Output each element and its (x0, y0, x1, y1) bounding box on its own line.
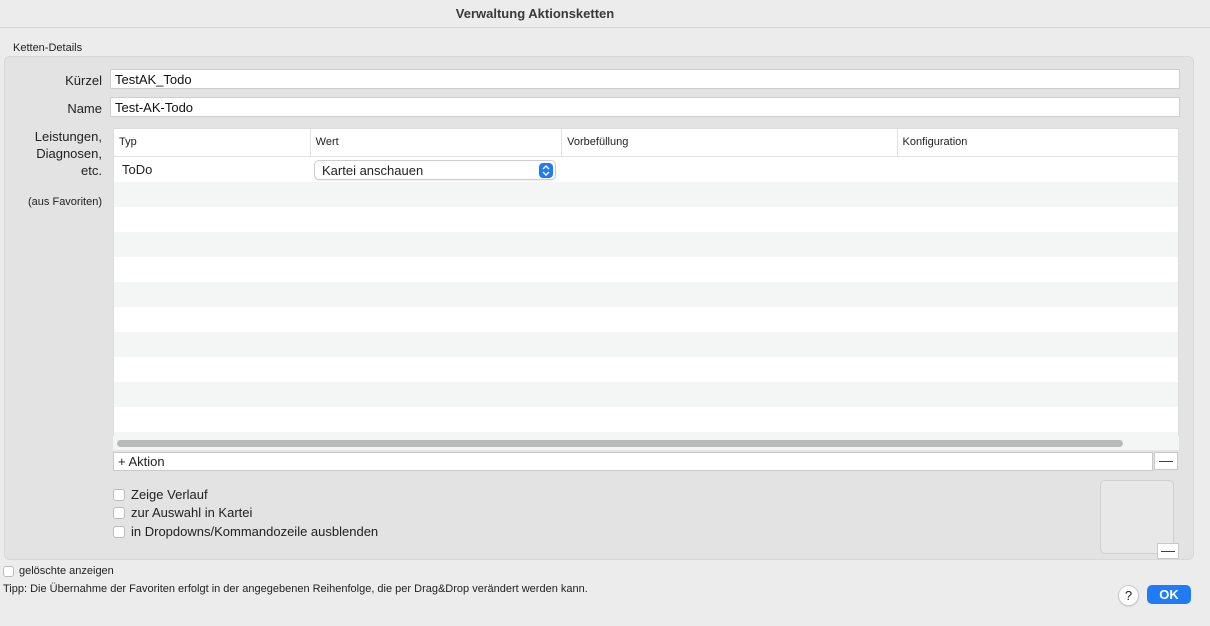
geloeschte-label: gelöschte anzeigen (19, 565, 114, 577)
column-header-wert[interactable]: Wert (311, 129, 563, 156)
table-row-empty (114, 232, 1178, 257)
column-header-typ[interactable]: Typ (114, 129, 311, 156)
zur-auswahl-label: zur Auswahl in Kartei (131, 505, 253, 520)
ausblenden-option[interactable]: in Dropdowns/Kommandozeile ausblenden (113, 524, 378, 539)
table-row-empty (114, 382, 1178, 407)
table-row-empty (114, 332, 1178, 357)
remove-action-button[interactable]: — (1154, 452, 1178, 470)
name-label: Name (67, 101, 102, 116)
window-title: Verwaltung Aktionsketten (455, 6, 615, 21)
popup-chevron-icon (539, 163, 553, 178)
zeige-verlauf-option[interactable]: Zeige Verlauf (113, 487, 208, 502)
table-row-empty (114, 407, 1178, 432)
table-row-empty (114, 307, 1178, 332)
wert-popup-button[interactable]: Kartei anschauen (314, 160, 556, 180)
column-header-konfiguration[interactable]: Konfiguration (898, 129, 1178, 156)
title-bar: Verwaltung Aktionsketten (0, 0, 1210, 28)
kuerzel-field[interactable]: TestAK_Todo (110, 69, 1180, 89)
zur-auswahl-option[interactable]: zur Auswahl in Kartei (113, 505, 252, 520)
remove-image-button[interactable]: — (1157, 543, 1179, 559)
cell-typ: ToDo (122, 162, 153, 177)
leistungen-label-line1: Leistungen, (34, 129, 102, 144)
table-row-empty (114, 357, 1178, 382)
favoriten-label: (aus Favoriten) (28, 196, 102, 208)
wert-popup-value: Kartei anschauen (322, 163, 424, 178)
leistungen-label: Leistungen, Diagnosen, etc. (10, 128, 102, 179)
tip-text: Tipp: Die Übernahme der Favoriten erfolg… (3, 583, 588, 595)
table-row[interactable]: ToDo Kartei anschauen (114, 157, 1178, 182)
zeige-verlauf-label: Zeige Verlauf (131, 487, 208, 502)
group-label: Ketten-Details (13, 42, 83, 54)
zur-auswahl-checkbox[interactable] (113, 506, 125, 519)
horizontal-scrollbar[interactable] (113, 436, 1179, 450)
name-field[interactable]: Test-AK-Todo (110, 97, 1180, 117)
column-header-vorbefuellung[interactable]: Vorbefüllung (562, 129, 898, 156)
ok-button[interactable]: OK (1147, 585, 1191, 604)
table-header: Typ Wert Vorbefüllung Konfiguration (114, 129, 1178, 157)
table-row-empty (114, 182, 1178, 207)
help-button[interactable]: ? (1118, 585, 1139, 606)
table-row-empty (114, 257, 1178, 282)
leistungen-label-line2: Diagnosen, (36, 146, 102, 161)
table-row-empty (114, 282, 1178, 307)
add-action-button[interactable]: + Aktion (113, 452, 1153, 471)
geloeschte-checkbox[interactable] (3, 565, 14, 577)
kuerzel-label: Kürzel (65, 73, 102, 88)
leistungen-label-line3: etc. (81, 163, 102, 178)
ausblenden-label: in Dropdowns/Kommandozeile ausblenden (131, 524, 379, 539)
geloeschte-option[interactable]: gelöschte anzeigen (3, 565, 114, 577)
zeige-verlauf-checkbox[interactable] (113, 488, 125, 501)
scrollbar-thumb[interactable] (117, 440, 1123, 447)
actions-table: Typ Wert Vorbefüllung Konfiguration ToDo… (113, 128, 1179, 450)
ausblenden-checkbox[interactable] (113, 525, 125, 538)
table-row-empty (114, 207, 1178, 232)
